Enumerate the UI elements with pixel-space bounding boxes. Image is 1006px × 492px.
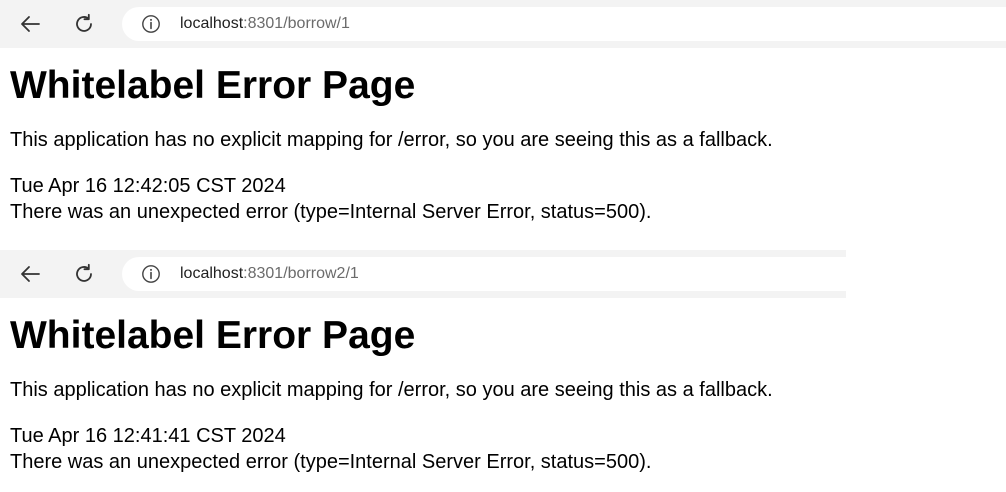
reload-button[interactable] — [64, 0, 104, 48]
url-text[interactable]: localhost:8301/borrow/1 — [180, 15, 350, 33]
url-host: localhost — [180, 15, 244, 32]
url-text[interactable]: localhost:8301/borrow2/1 — [180, 265, 359, 283]
browser-toolbar: localhost:8301/borrow2/1 — [0, 250, 846, 298]
url-path: :8301/borrow2/1 — [243, 265, 359, 282]
error-timestamp: Tue Apr 16 12:41:41 CST 2024 — [10, 425, 286, 447]
back-arrow-icon — [21, 266, 40, 282]
page-title: Whitelabel Error Page — [10, 314, 416, 357]
browser-window-1: localhost:8301/borrow/1 Whitelabel Error… — [0, 0, 1006, 250]
info-icon[interactable] — [141, 264, 161, 284]
error-message: There was an unexpected error (type=Inte… — [10, 451, 652, 473]
page-content: Whitelabel Error Page This application h… — [0, 48, 1006, 225]
browser-window-2: localhost:8301/borrow2/1 Whitelabel Erro… — [0, 250, 846, 492]
error-message: There was an unexpected error (type=Inte… — [10, 201, 652, 223]
page-content: Whitelabel Error Page This application h… — [0, 298, 846, 475]
address-bar[interactable]: localhost:8301/borrow/1 — [122, 7, 1006, 41]
url-host: localhost — [180, 265, 244, 282]
back-arrow-icon — [21, 16, 40, 32]
reload-button[interactable] — [64, 250, 104, 298]
browser-toolbar: localhost:8301/borrow/1 — [0, 0, 1006, 48]
error-description: This application has no explicit mapping… — [10, 379, 773, 401]
page-title: Whitelabel Error Page — [10, 64, 416, 107]
back-button[interactable] — [10, 0, 50, 48]
reload-icon — [76, 263, 92, 282]
address-bar[interactable]: localhost:8301/borrow2/1 — [122, 257, 846, 291]
error-description: This application has no explicit mapping… — [10, 129, 773, 151]
info-icon[interactable] — [141, 14, 161, 34]
error-details: Tue Apr 16 12:42:05 CST 2024 There was a… — [10, 173, 1006, 225]
error-details: Tue Apr 16 12:41:41 CST 2024 There was a… — [10, 423, 846, 475]
reload-icon — [76, 13, 92, 32]
url-path: :8301/borrow/1 — [243, 15, 350, 32]
error-timestamp: Tue Apr 16 12:42:05 CST 2024 — [10, 175, 286, 197]
back-button[interactable] — [10, 250, 50, 298]
